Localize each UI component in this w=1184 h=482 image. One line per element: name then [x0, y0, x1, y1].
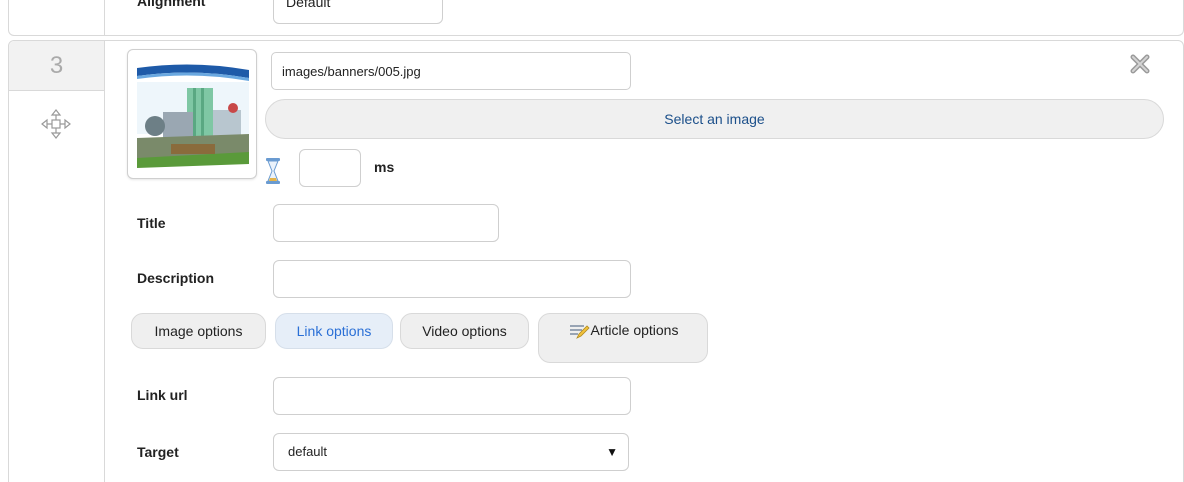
title-input[interactable]	[273, 204, 499, 242]
target-select-value: default	[288, 444, 328, 459]
title-label: Title	[137, 215, 166, 231]
link-url-input[interactable]	[273, 377, 631, 415]
tab-image-options[interactable]: Image options	[131, 313, 266, 349]
alignment-label: Alignment	[137, 0, 206, 9]
tab-article-options-label: Article options	[590, 322, 679, 338]
slide-thumbnail[interactable]	[127, 49, 257, 179]
description-label: Description	[137, 270, 215, 286]
select-image-button[interactable]: Select an image	[265, 99, 1164, 139]
slide-number: 3	[9, 41, 104, 91]
pen-icon	[568, 322, 590, 340]
slide-left-column: 3	[9, 41, 105, 482]
duration-input[interactable]	[299, 149, 361, 187]
hourglass-icon	[265, 157, 281, 185]
image-path-input[interactable]	[271, 52, 631, 90]
previous-slide-left-column	[9, 0, 105, 35]
target-select[interactable]: default ▼	[273, 433, 629, 471]
previous-slide-panel: Alignment Default	[8, 0, 1184, 36]
tab-article-options[interactable]: Article options	[538, 313, 708, 363]
banner-image	[137, 62, 249, 168]
alignment-select[interactable]: Default	[273, 0, 443, 24]
description-input[interactable]	[273, 260, 631, 298]
duration-unit-label: ms	[374, 159, 395, 175]
move-icon[interactable]	[41, 109, 71, 139]
link-url-label: Link url	[137, 387, 188, 403]
tab-link-options[interactable]: Link options	[275, 313, 393, 349]
close-icon[interactable]	[1129, 53, 1151, 75]
chevron-down-icon: ▼	[606, 445, 618, 459]
slide-panel: 3 images/banners/005.jpg Select an image…	[8, 40, 1184, 482]
slideshow-editor: Alignment Default 3 images/banners/005.j…	[0, 0, 1184, 482]
tab-video-options[interactable]: Video options	[400, 313, 529, 349]
target-label: Target	[137, 444, 179, 460]
